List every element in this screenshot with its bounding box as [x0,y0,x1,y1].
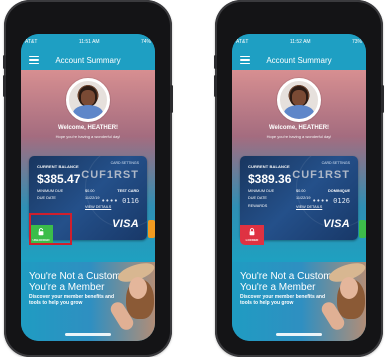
welcome-subtext: Hope you're having a wonderful day! [55,134,121,139]
visa-logo: VISA [323,218,350,230]
home-indicator [276,333,322,336]
volume-down-button [3,75,6,97]
volume-up-button [3,55,6,69]
due-date-value: 11/22/19 [296,196,311,200]
card-number: •••• 0126 [312,197,350,205]
locked-status-button[interactable]: LOCKED [240,225,264,245]
volume-down-button [214,75,217,97]
avatar [277,78,321,122]
page-title: Account Summary [55,55,121,65]
battery-label: 73% [351,39,362,45]
account-summary-header: Account Summary [232,50,366,70]
card-brand: CUF1RST [292,169,350,181]
time-label: 11:52 AM [289,39,311,45]
lock-icon [249,228,255,236]
minimum-due-label: MINIMUM DUE [37,189,64,193]
card-settings[interactable]: CARD SETTINGS [322,161,350,165]
status-bar: AT&T 11:52 AM 73% [232,34,366,50]
minimum-due-value: $0.00 [85,189,95,193]
member-promo-banner[interactable]: You're Not a Customer, You're a Member D… [232,262,366,341]
avatar-face [81,90,95,106]
avatar-face [292,90,306,106]
member-promo-banner[interactable]: You're Not a Customer, You're a Member D… [21,262,155,341]
avatar-shirt [73,105,103,119]
card-name: TEST CARD [117,189,139,193]
power-button [170,85,173,113]
promo-photo [104,262,155,341]
card-brand: CUF1RST [81,169,139,181]
visa-logo: VISA [112,218,139,230]
time-label: 11:51 AM [78,39,100,45]
view-details-link[interactable]: VIEW DETAILS [296,205,322,209]
carrier-label: AT&T [25,39,38,45]
welcome-heading: Welcome, HEATHER! [268,125,330,131]
avatar-shirt [284,105,314,119]
menu-icon[interactable] [29,55,39,65]
left-phone-screen: AT&T 11:51 AM 74% Account Summary Welcom… [21,34,155,341]
promo-line-2: You're a Member [29,282,105,293]
view-details-link[interactable]: VIEW DETAILS [85,205,111,209]
status-bar: AT&T 11:51 AM 74% [21,34,155,50]
rewards-label: REWARDS [248,204,268,208]
volume-up-button [214,55,217,69]
battery-label: 74% [140,39,151,45]
right-phone-screen: AT&T 11:52 AM 73% Account Summary Welcom… [232,34,366,341]
next-card-peek[interactable] [148,220,155,238]
menu-icon[interactable] [240,55,250,65]
current-balance: $385.47 [37,172,81,186]
account-summary-header: Account Summary [21,50,155,70]
welcome-subtext: Hope you're having a wonderful day! [266,134,332,139]
due-date-label: DUE DATE [248,196,267,200]
minimum-due-value: $0.00 [296,189,306,193]
due-date-label: DUE DATE [37,196,56,200]
promo-line-2: You're a Member [240,282,316,293]
current-balance-label: CURRENT BALANCE [248,164,290,169]
due-date-value: 11/22/19 [85,196,100,200]
locked-label: LOCKED [245,238,259,242]
highlight-box [29,213,72,245]
carrier-label: AT&T [236,39,249,45]
home-indicator [65,333,111,336]
card-settings[interactable]: CARD SETTINGS [111,161,139,165]
welcome-heading: Welcome, HEATHER! [57,125,119,131]
minimum-due-label: MINIMUM DUE [248,189,275,193]
card-number: •••• 0116 [101,197,139,205]
card-name: DOMINIQUE [328,189,350,193]
avatar [66,78,110,122]
left-phone: AT&T 11:51 AM 74% Account Summary Welcom… [3,0,173,357]
right-phone: AT&T 11:52 AM 73% Account Summary Welcom… [214,0,384,357]
current-balance: $389.36 [248,172,292,186]
power-button [381,85,384,113]
comparison-stage: AT&T 11:51 AM 74% Account Summary Welcom… [0,0,385,357]
next-card-peek[interactable] [359,220,366,238]
promo-photo [315,262,366,341]
current-balance-label: CURRENT BALANCE [37,164,79,169]
page-title: Account Summary [266,55,332,65]
